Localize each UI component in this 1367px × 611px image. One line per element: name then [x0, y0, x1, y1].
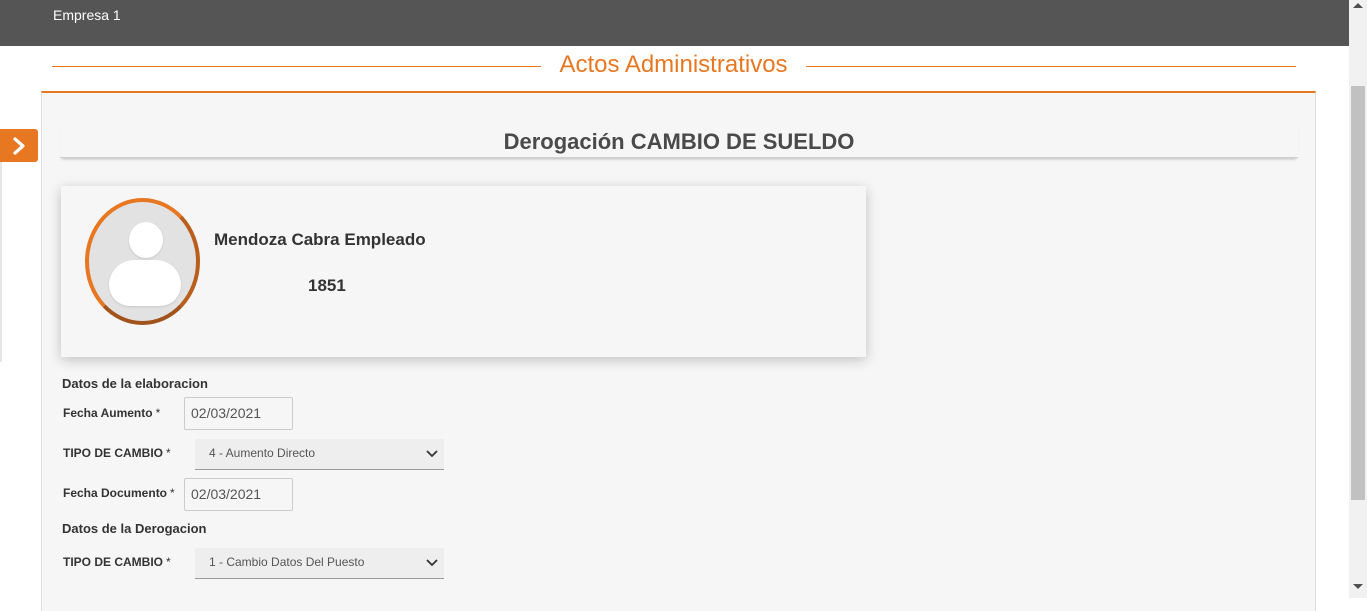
required-mark: *	[166, 555, 171, 569]
chevron-down-icon	[426, 559, 438, 567]
tipo-cambio-label: TIPO DE CAMBIO *	[63, 446, 171, 460]
elaboracion-group-label: Datos de la elaboracion	[62, 376, 208, 391]
required-mark: *	[170, 486, 175, 500]
derogacion-tipo-cambio-selected-value: 1 - Cambio Datos Del Puesto	[209, 555, 365, 569]
required-mark: *	[166, 446, 171, 460]
fecha-documento-label-text: Fecha Documento	[63, 486, 168, 500]
fecha-documento-input[interactable]: 02/03/2021	[184, 478, 293, 511]
chevron-down-icon	[426, 450, 438, 458]
avatar-head-icon	[129, 222, 163, 258]
tipo-cambio-label-text: TIPO DE CAMBIO	[63, 446, 164, 460]
derogacion-tipo-cambio-label-text: TIPO DE CAMBIO	[63, 555, 164, 569]
required-mark: *	[155, 406, 161, 420]
section-title: Actos Administrativos	[559, 51, 788, 78]
header-divider-left	[52, 66, 541, 67]
employee-card: Mendoza Cabra Empleado 1851	[61, 186, 866, 357]
tipo-cambio-select[interactable]: 4 - Aumento Directo	[195, 439, 444, 470]
fecha-aumento-input[interactable]: 02/03/2021	[184, 397, 293, 430]
sidebar-toggle-button[interactable]	[0, 129, 38, 162]
sidebar-edge	[0, 162, 2, 362]
company-name[interactable]: Empresa 1	[53, 7, 121, 23]
scroll-up-icon[interactable]	[1353, 3, 1363, 8]
avatar-body-icon	[109, 260, 181, 306]
avatar	[85, 198, 200, 325]
header-divider-right	[806, 66, 1296, 67]
tipo-cambio-selected-value: 4 - Aumento Directo	[209, 446, 316, 460]
fecha-documento-label: Fecha Documento *	[63, 486, 175, 500]
top-bar: Empresa 1	[0, 0, 1349, 46]
scroll-down-icon[interactable]	[1353, 584, 1363, 589]
employee-id: 1851	[308, 276, 346, 295]
vertical-scrollbar[interactable]	[1349, 0, 1367, 598]
fecha-aumento-label-text: Fecha Aumento	[63, 406, 153, 420]
derogacion-tipo-cambio-select[interactable]: 1 - Cambio Datos Del Puesto	[195, 548, 444, 579]
chevron-right-icon	[13, 137, 25, 155]
scrollbar-thumb[interactable]	[1351, 86, 1365, 500]
derogacion-group-label: Datos de la Derogacion	[62, 521, 207, 536]
page-title: Derogación CAMBIO DE SUELDO	[60, 122, 1298, 158]
section-header: Actos Administrativos	[52, 50, 1296, 84]
derogacion-tipo-cambio-label: TIPO DE CAMBIO *	[63, 555, 171, 569]
fecha-aumento-label: Fecha Aumento *	[63, 406, 160, 420]
employee-name: Mendoza Cabra Empleado	[214, 230, 426, 249]
